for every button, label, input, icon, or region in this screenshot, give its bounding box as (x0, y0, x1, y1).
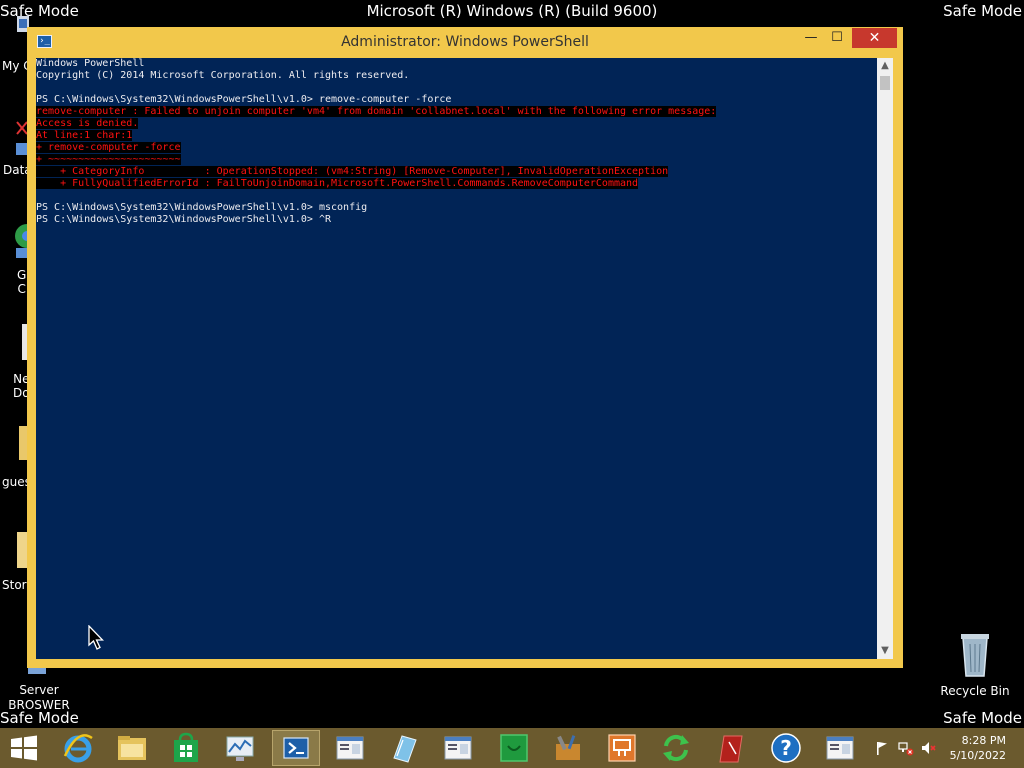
sync-button[interactable] (652, 730, 700, 766)
console-line: Access is denied. (36, 118, 716, 130)
close-button[interactable]: ✕ (852, 28, 897, 48)
sync-arrows-icon (663, 734, 689, 762)
tools-button[interactable] (544, 730, 592, 766)
windows-logo-icon (11, 735, 37, 761)
clock-time: 8:28 PM (961, 734, 1006, 747)
notepad-icon (393, 735, 417, 763)
scroll-up-arrow-icon[interactable]: ▲ (877, 58, 893, 74)
internet-explorer-button[interactable] (54, 730, 102, 766)
console-line: remove-computer : Failed to unjoin compu… (36, 106, 717, 118)
green-box-icon (500, 734, 528, 762)
help-icon: ? (771, 733, 801, 763)
desktop-icon-new-document[interactable]: Ne Do (0, 320, 30, 400)
window-app-button[interactable] (434, 730, 482, 766)
computer-icon (17, 16, 29, 32)
safe-mode-label-top-right: Safe Mode (943, 2, 1022, 20)
document-window-icon (444, 736, 472, 760)
console-line: At line:1 char:1 (36, 130, 716, 142)
console-line: PS C:\Windows\System32\WindowsPowerShell… (36, 202, 368, 213)
recycle-bin-icon (961, 634, 989, 677)
powershell-taskbar-button[interactable] (272, 730, 320, 766)
store-button[interactable] (162, 730, 210, 766)
orange-box-icon (608, 734, 636, 762)
desktop-icon-label: Server BROSWER (8, 683, 70, 712)
store-icon (174, 732, 198, 762)
internet-explorer-icon (63, 734, 93, 763)
toolbox-icon (556, 735, 580, 760)
network-disconnected-icon[interactable] (898, 740, 914, 756)
desktop-icon-label: G C (17, 268, 27, 296)
error-text: At line:1 char:1 (36, 130, 133, 141)
console-line: + ~~~~~~~~~~~~~~~~~~~~~~ (36, 154, 716, 166)
clock-date: 5/10/2022 (949, 749, 1006, 762)
console-text: Windows PowerShell Copyright (C) 2014 Mic… (36, 58, 717, 226)
database-icon (16, 121, 28, 155)
red-book-icon (719, 735, 743, 763)
scroll-down-arrow-icon[interactable]: ▼ (877, 643, 893, 659)
volume-muted-icon[interactable] (921, 740, 937, 756)
desktop-icon-label: Recycle Bin (940, 684, 1010, 698)
maximize-button[interactable]: ☐ (824, 28, 850, 48)
error-text: + CategoryInfo : OperationStopped: (vm4:… (36, 166, 669, 177)
desktop-icon-guest-folder[interactable]: gues (0, 420, 31, 489)
chrome-icon (15, 224, 29, 258)
folder-icon (17, 532, 29, 568)
folder-icon (19, 426, 29, 460)
window-titlebar[interactable]: ›_ Administrator: Windows PowerShell — ☐… (27, 27, 903, 57)
notepad-button[interactable] (380, 730, 428, 766)
document-window-icon (826, 736, 854, 760)
document-app-button[interactable] (326, 730, 374, 766)
console-line: + FullyQualifiedErrorId : FailToUnjoinDo… (36, 178, 716, 190)
orange-app-button[interactable] (598, 730, 646, 766)
console-line: Windows PowerShell (36, 58, 145, 69)
document-window-icon (336, 736, 364, 760)
desktop-icon-recycle-bin[interactable]: Recycle Bin (940, 630, 1010, 698)
red-book-button[interactable] (708, 730, 756, 766)
error-text: + FullyQualifiedErrorId : FailToUnjoinDo… (36, 178, 639, 189)
error-text: + remove-computer -force (36, 142, 181, 153)
desktop-icon-chrome[interactable]: G C (0, 218, 30, 296)
console-line: PS C:\Windows\System32\WindowsPowerShell… (36, 214, 332, 225)
scroll-thumb[interactable] (880, 76, 890, 90)
console-line: Copyright (C) 2014 Microsoft Corporation… (36, 70, 410, 81)
minimize-button[interactable]: — (798, 28, 824, 48)
taskbar: ? 8:28 PM 5/10/2022 (0, 728, 1024, 768)
file-explorer-button[interactable] (108, 730, 156, 766)
console-line: + CategoryInfo : OperationStopped: (vm4:… (36, 166, 716, 178)
error-text: Access is denied. (36, 118, 139, 129)
help-button[interactable]: ? (762, 730, 810, 766)
error-text: + ~~~~~~~~~~~~~~~~~~~~~~ (36, 154, 181, 165)
desktop-icon-data[interactable]: Data (0, 118, 32, 177)
action-center-flag-icon[interactable] (874, 740, 890, 756)
build-label: Microsoft (R) Windows (R) (Build 9600) (366, 2, 658, 20)
folder-icon (118, 736, 146, 760)
start-button[interactable] (0, 730, 48, 766)
mouse-cursor-icon (88, 625, 104, 650)
powershell-window[interactable]: ›_ Administrator: Windows PowerShell — ☐… (27, 27, 903, 668)
monitor-chart-icon (226, 736, 254, 761)
vertical-scrollbar[interactable]: ▲ ▼ (877, 58, 893, 659)
safe-mode-label-bottom-right: Safe Mode (943, 709, 1022, 727)
green-app-button[interactable] (490, 730, 538, 766)
powershell-icon (283, 737, 309, 759)
console-output[interactable]: Windows PowerShell Copyright (C) 2014 Mic… (36, 58, 877, 659)
desktop-icon-storage-folder[interactable]: Stora (0, 528, 34, 592)
console-line: PS C:\Windows\System32\WindowsPowerShell… (36, 94, 452, 105)
window-title: Administrator: Windows PowerShell (341, 34, 589, 50)
console-line: + remove-computer -force (36, 142, 716, 154)
desktop-icon-my-computer[interactable]: My C (0, 14, 32, 73)
window-app-2-button[interactable] (816, 730, 864, 766)
error-text: remove-computer : Failed to unjoin compu… (36, 106, 717, 117)
document-icon (22, 324, 29, 360)
svg-text:?: ? (780, 736, 792, 760)
system-clock[interactable]: 8:28 PM 5/10/2022 (950, 733, 1006, 763)
performance-monitor-button[interactable] (216, 730, 264, 766)
